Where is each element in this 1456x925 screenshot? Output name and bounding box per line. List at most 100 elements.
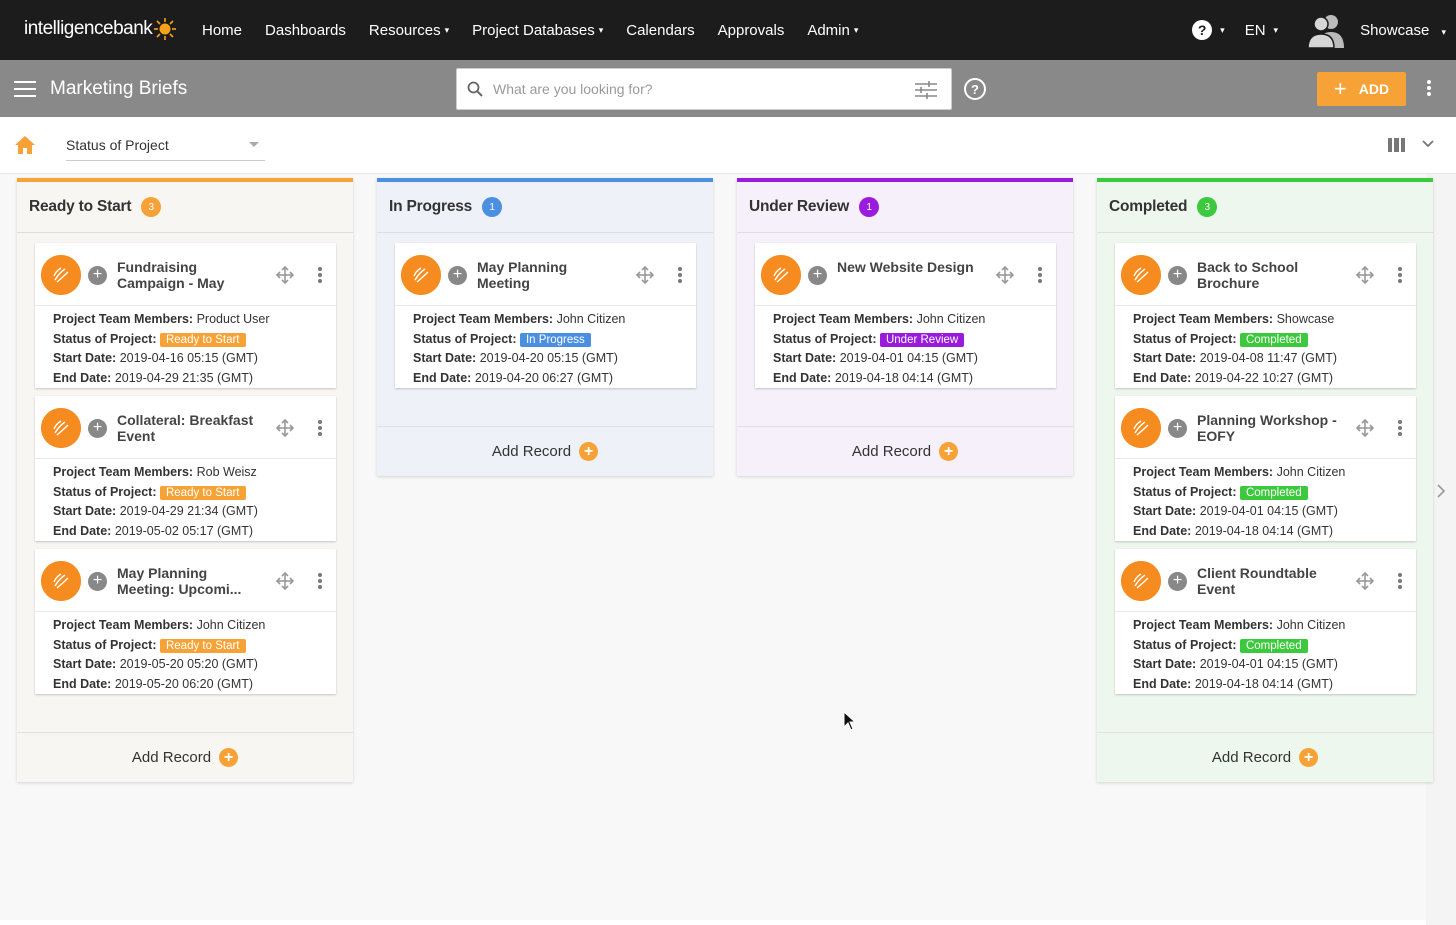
chevron-down-icon: ▾ [444,24,450,35]
card-menu-icon[interactable] [676,267,684,285]
card-body: Project Team Members: Showcase Status of … [1115,306,1416,388]
filter-sliders-icon[interactable] [915,81,937,99]
card-title[interactable]: Fundraising Campaign - May [117,259,257,291]
field-label: Project Team Members: [53,618,194,632]
user-menu[interactable]: Showcase ▾ [1360,22,1446,39]
record-card[interactable]: + May Planning Meeting: Upcomi... Project … [35,549,336,694]
status-row: Status of Project: Completed [1133,483,1416,503]
field-label: Status of Project: [1133,331,1237,346]
card-menu-icon[interactable] [316,420,324,438]
nav-item-project-databases[interactable]: Project Databases ▾ [472,22,603,39]
drag-move-icon[interactable] [635,265,655,285]
search-box[interactable] [456,68,952,110]
language-dropdown-caret[interactable]: ▾ [1274,25,1279,36]
user-avatar-icon[interactable] [1306,12,1346,48]
add-record-button[interactable]: Add Record + [737,426,1073,476]
group-by-select[interactable]: Status of Project [66,133,265,161]
card-menu-icon[interactable] [316,267,324,285]
field-label: Status of Project: [413,331,517,346]
drag-move-icon[interactable] [275,265,295,285]
team-members-value: Showcase [1276,312,1335,326]
card-title[interactable]: May Planning Meeting [477,259,617,291]
intelligencebank-logo[interactable]: intelligencebank [24,18,177,40]
card-header: + Client Roundtable Event [1115,549,1416,612]
card-title[interactable]: Collateral: Breakfast Event [117,412,257,444]
record-card[interactable]: + May Planning Meeting Project Team Member… [395,243,696,388]
help-icon[interactable]: ? [1192,20,1213,40]
expand-plus-icon[interactable]: + [448,266,467,285]
field-label: End Date: [53,523,112,538]
top-navbar: intelligencebank Home Dashboards Resources… [0,0,1456,60]
language-selector[interactable]: EN [1245,22,1266,39]
card-title[interactable]: Planning Workshop - EOFY [1197,412,1337,444]
team-members-row: Project Team Members: John Citizen [1133,463,1416,483]
record-card[interactable]: + Back to School Brochure Project Team Mem… [1115,243,1416,388]
drag-move-icon[interactable] [275,571,295,591]
expand-plus-icon[interactable]: + [1168,266,1187,285]
expand-plus-icon[interactable]: + [1168,419,1187,438]
record-card[interactable]: + Collateral: Breakfast Event Project Team… [35,396,336,541]
start-date-row: Start Date: 2019-04-01 04:15 (GMT) [1133,502,1416,522]
add-record-button[interactable]: Add Record + [17,732,353,782]
column-title: Completed [1109,198,1188,215]
expand-plus-icon[interactable]: + [1168,572,1187,591]
column-view-icon[interactable] [1388,138,1405,152]
chevron-down-icon[interactable] [1421,137,1435,151]
add-record-label: Add Record [851,443,932,460]
card-menu-icon[interactable] [1036,267,1044,285]
field-label: Start Date: [773,351,837,365]
status-row: Status of Project: Under Review [773,330,1056,350]
expand-plus-icon[interactable]: + [88,419,107,438]
card-menu-icon[interactable] [1396,267,1404,285]
record-type-icon [41,561,81,601]
drag-move-icon[interactable] [275,418,295,438]
add-record-button[interactable]: Add Record + [377,426,713,476]
card-menu-icon[interactable] [316,573,324,591]
status-row: Status of Project: Completed [1133,330,1416,350]
card-title[interactable]: Back to School Brochure [1197,259,1337,291]
more-options-icon[interactable] [1425,80,1433,98]
expand-plus-icon[interactable]: + [808,266,827,285]
field-label: Start Date: [1133,504,1197,518]
record-card[interactable]: + Client Roundtable Event Project Team Mem… [1115,549,1416,694]
expand-plus-icon[interactable]: + [88,266,107,285]
start-date-value: 2019-04-20 05:15 (GMT) [479,351,618,365]
card-menu-icon[interactable] [1396,573,1404,591]
card-title[interactable]: New Website Design [837,259,977,275]
field-label: End Date: [413,370,472,385]
expand-plus-icon[interactable]: + [88,572,107,591]
home-icon[interactable] [15,136,35,154]
chevron-right-icon[interactable] [1436,484,1446,498]
nav-item-admin[interactable]: Admin ▾ [807,22,858,39]
end-date-value: 2019-05-02 05:17 (GMT) [114,523,254,538]
record-card[interactable]: + New Website Design Project Team Members:… [755,243,1056,388]
search-input[interactable] [493,69,893,109]
column-title: Ready to Start [29,198,132,215]
add-record-button[interactable]: Add Record + [1097,732,1433,782]
nav-item-approvals[interactable]: Approvals [718,22,785,39]
card-menu-icon[interactable] [1396,420,1404,438]
card-title[interactable]: Client Roundtable Event [1197,565,1337,597]
card-title[interactable]: May Planning Meeting: Upcomi... [117,565,257,597]
nav-item-resources[interactable]: Resources ▾ [369,22,449,39]
drag-move-icon[interactable] [1355,265,1375,285]
nav-item-home[interactable]: Home [202,22,242,39]
drag-move-icon[interactable] [1355,571,1375,591]
record-card[interactable]: + Fundraising Campaign - May Project Team … [35,243,336,388]
end-date-value: 2019-04-20 06:27 (GMT) [474,370,614,385]
record-card[interactable]: + Planning Workshop - EOFY Project Team Me… [1115,396,1416,541]
search-help-icon[interactable]: ? [964,78,986,100]
hamburger-menu-icon[interactable] [14,81,36,97]
card-header: + Back to School Brochure [1115,243,1416,306]
add-button[interactable]: + ADD [1317,72,1406,106]
card-header: + Planning Workshop - EOFY [1115,396,1416,459]
nav-item-calendars[interactable]: Calendars [626,22,694,39]
field-label: Status of Project: [53,637,157,652]
drag-move-icon[interactable] [1355,418,1375,438]
drag-move-icon[interactable] [995,265,1015,285]
help-dropdown-caret[interactable]: ▾ [1220,25,1225,36]
card-header: + May Planning Meeting: Upcomi... [35,549,336,612]
add-record-label: Add Record [131,749,212,766]
card-list: + May Planning Meeting Project Team Member… [377,233,713,388]
nav-item-dashboards[interactable]: Dashboards [265,22,346,39]
